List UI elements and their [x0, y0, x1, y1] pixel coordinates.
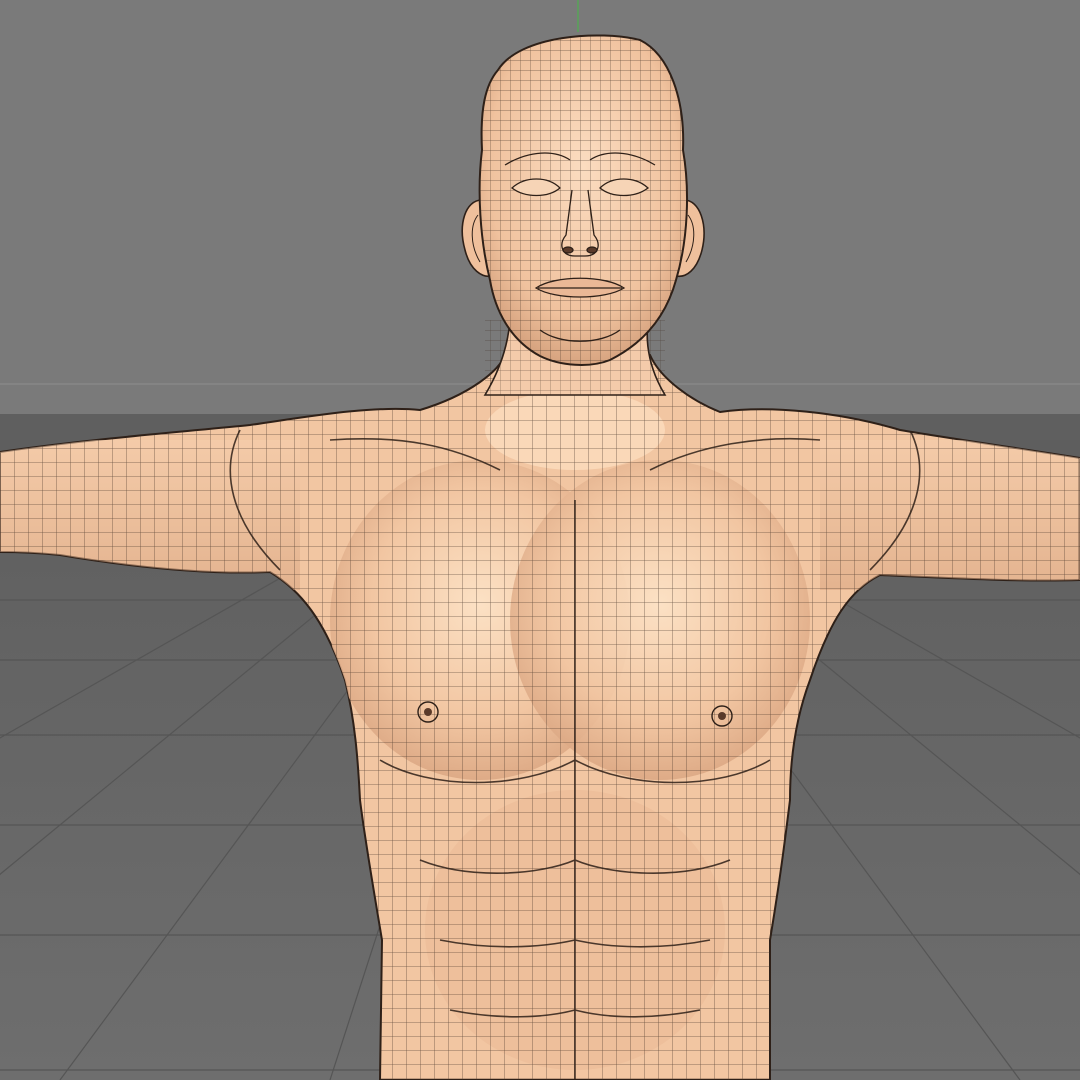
- 3d-viewport[interactable]: [0, 0, 1080, 1080]
- viewport-canvas[interactable]: [0, 0, 1080, 1080]
